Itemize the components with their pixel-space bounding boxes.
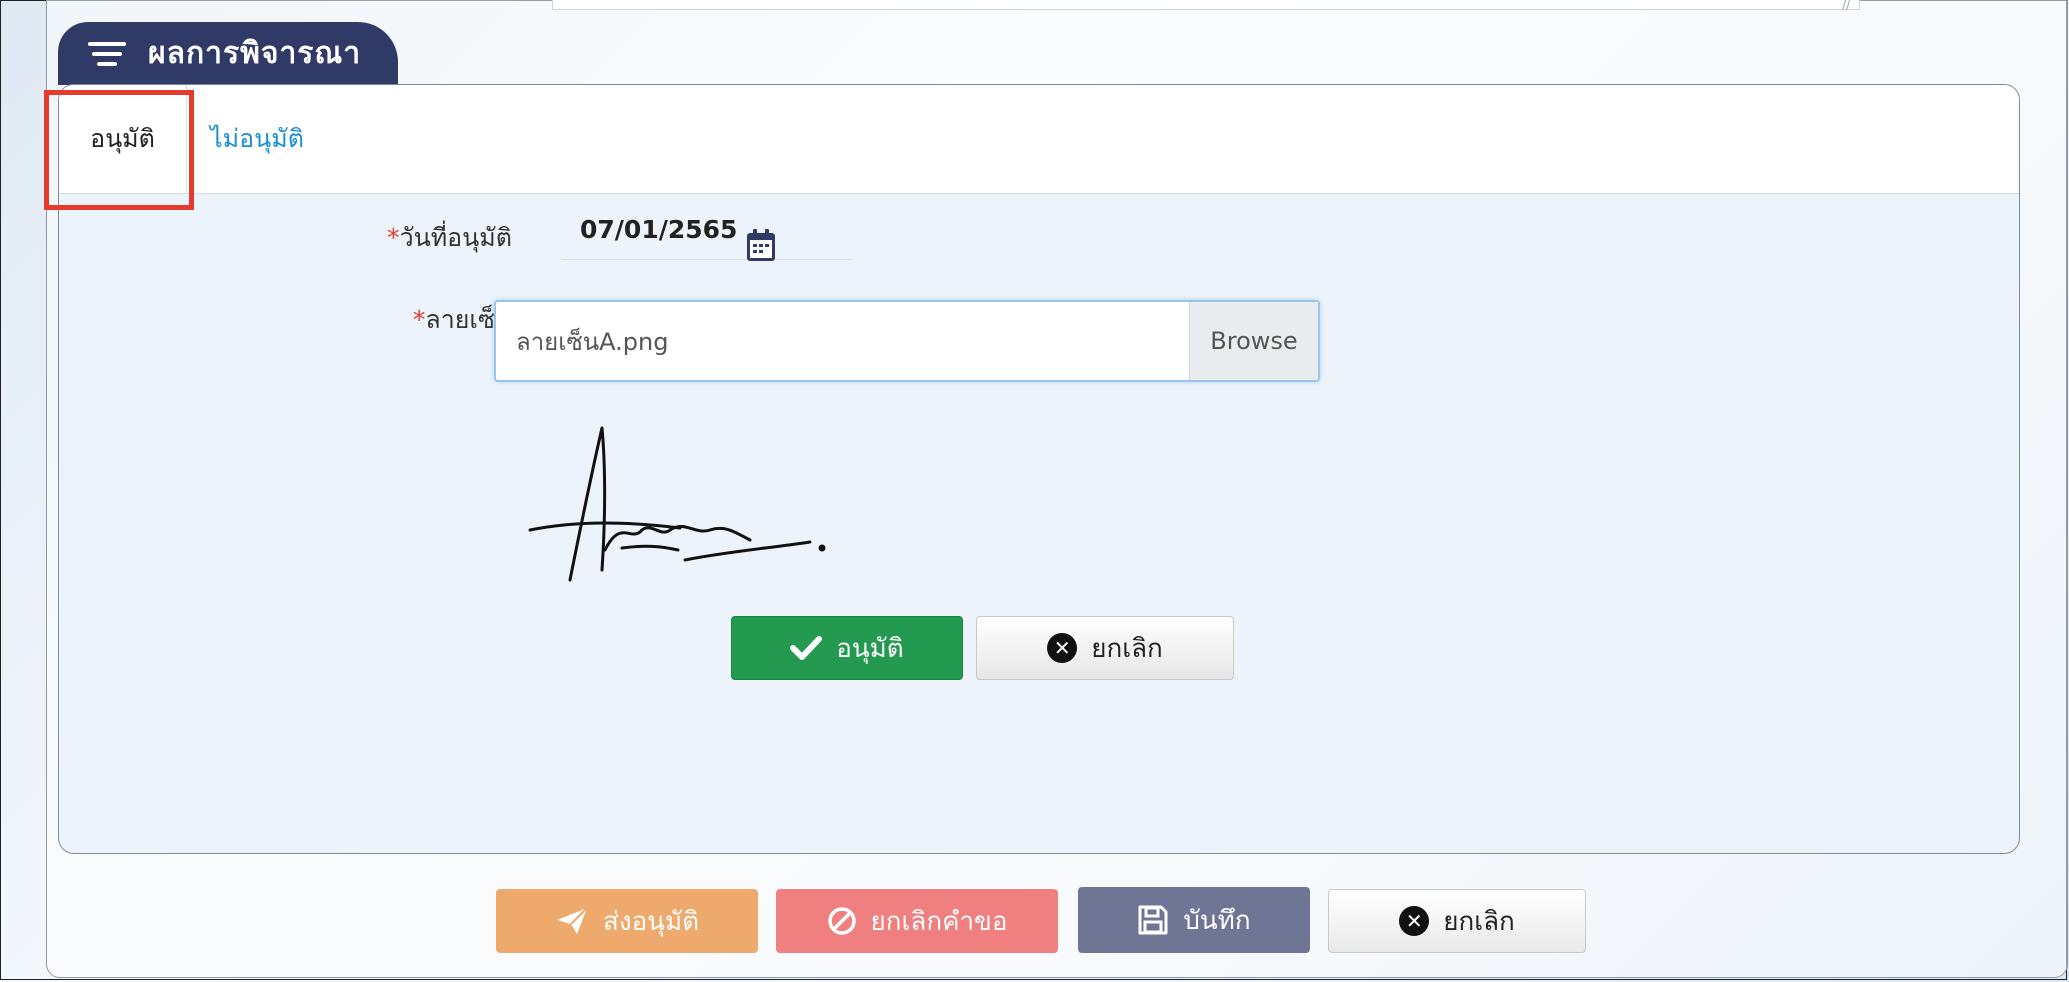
paper-plane-icon [557, 907, 588, 934]
approve-button-label: อนุมัติ [836, 633, 904, 664]
highlight-box [44, 90, 194, 210]
tab-reject[interactable]: ไม่อนุมัติ [197, 85, 317, 193]
section-title: ผลการพิจารณา [148, 36, 362, 71]
approve-date-field[interactable]: 07/01/2565 [562, 200, 852, 260]
signature-file-input[interactable]: ลายเซ็นA.png Browse [494, 300, 1320, 382]
cancel-request-button[interactable]: ยกเลิกคำขอ [776, 889, 1058, 953]
signature-label: *ลายเซ็น [412, 305, 512, 334]
signature-image [510, 420, 840, 600]
browse-button[interactable]: Browse [1189, 302, 1318, 380]
cancel-button-label: ยกเลิก [1091, 633, 1163, 664]
send-approval-button[interactable]: ส่งอนุมัติ [496, 889, 758, 953]
floppy-disk-icon [1138, 905, 1168, 935]
previous-textarea[interactable] [552, 0, 1860, 10]
signature-file-name: ลายเซ็นA.png [516, 327, 669, 356]
approve-button[interactable]: อนุมัติ [731, 616, 963, 680]
calendar-icon[interactable] [746, 228, 776, 262]
approve-date-value: 07/01/2565 [580, 215, 738, 244]
approve-date-label: *วันที่อนุมัติ [387, 223, 512, 252]
section-header: ผลการพิจารณา [58, 22, 398, 85]
cancel-button[interactable]: ✕ ยกเลิก [976, 616, 1234, 680]
cancel-request-label: ยกเลิกคำขอ [870, 906, 1008, 937]
save-button-label: บันทึก [1183, 905, 1251, 936]
resize-grip-icon[interactable]: // [1842, 0, 1858, 11]
filter-menu-icon [88, 39, 126, 69]
send-approval-label: ส่งอนุมัติ [603, 906, 699, 937]
close-circle-icon: ✕ [1047, 633, 1078, 663]
check-icon [790, 636, 823, 660]
save-button[interactable]: บันทึก [1078, 887, 1310, 953]
close-circle-icon: ✕ [1399, 906, 1430, 936]
cancel-bottom-button[interactable]: ✕ ยกเลิก [1328, 889, 1586, 953]
decision-panel: อนุมัติ ไม่อนุมัติ [58, 84, 2020, 854]
ban-icon [827, 907, 856, 935]
tab-strip: อนุมัติ ไม่อนุมัติ [59, 85, 2019, 194]
cancel-bottom-label: ยกเลิก [1443, 906, 1515, 937]
